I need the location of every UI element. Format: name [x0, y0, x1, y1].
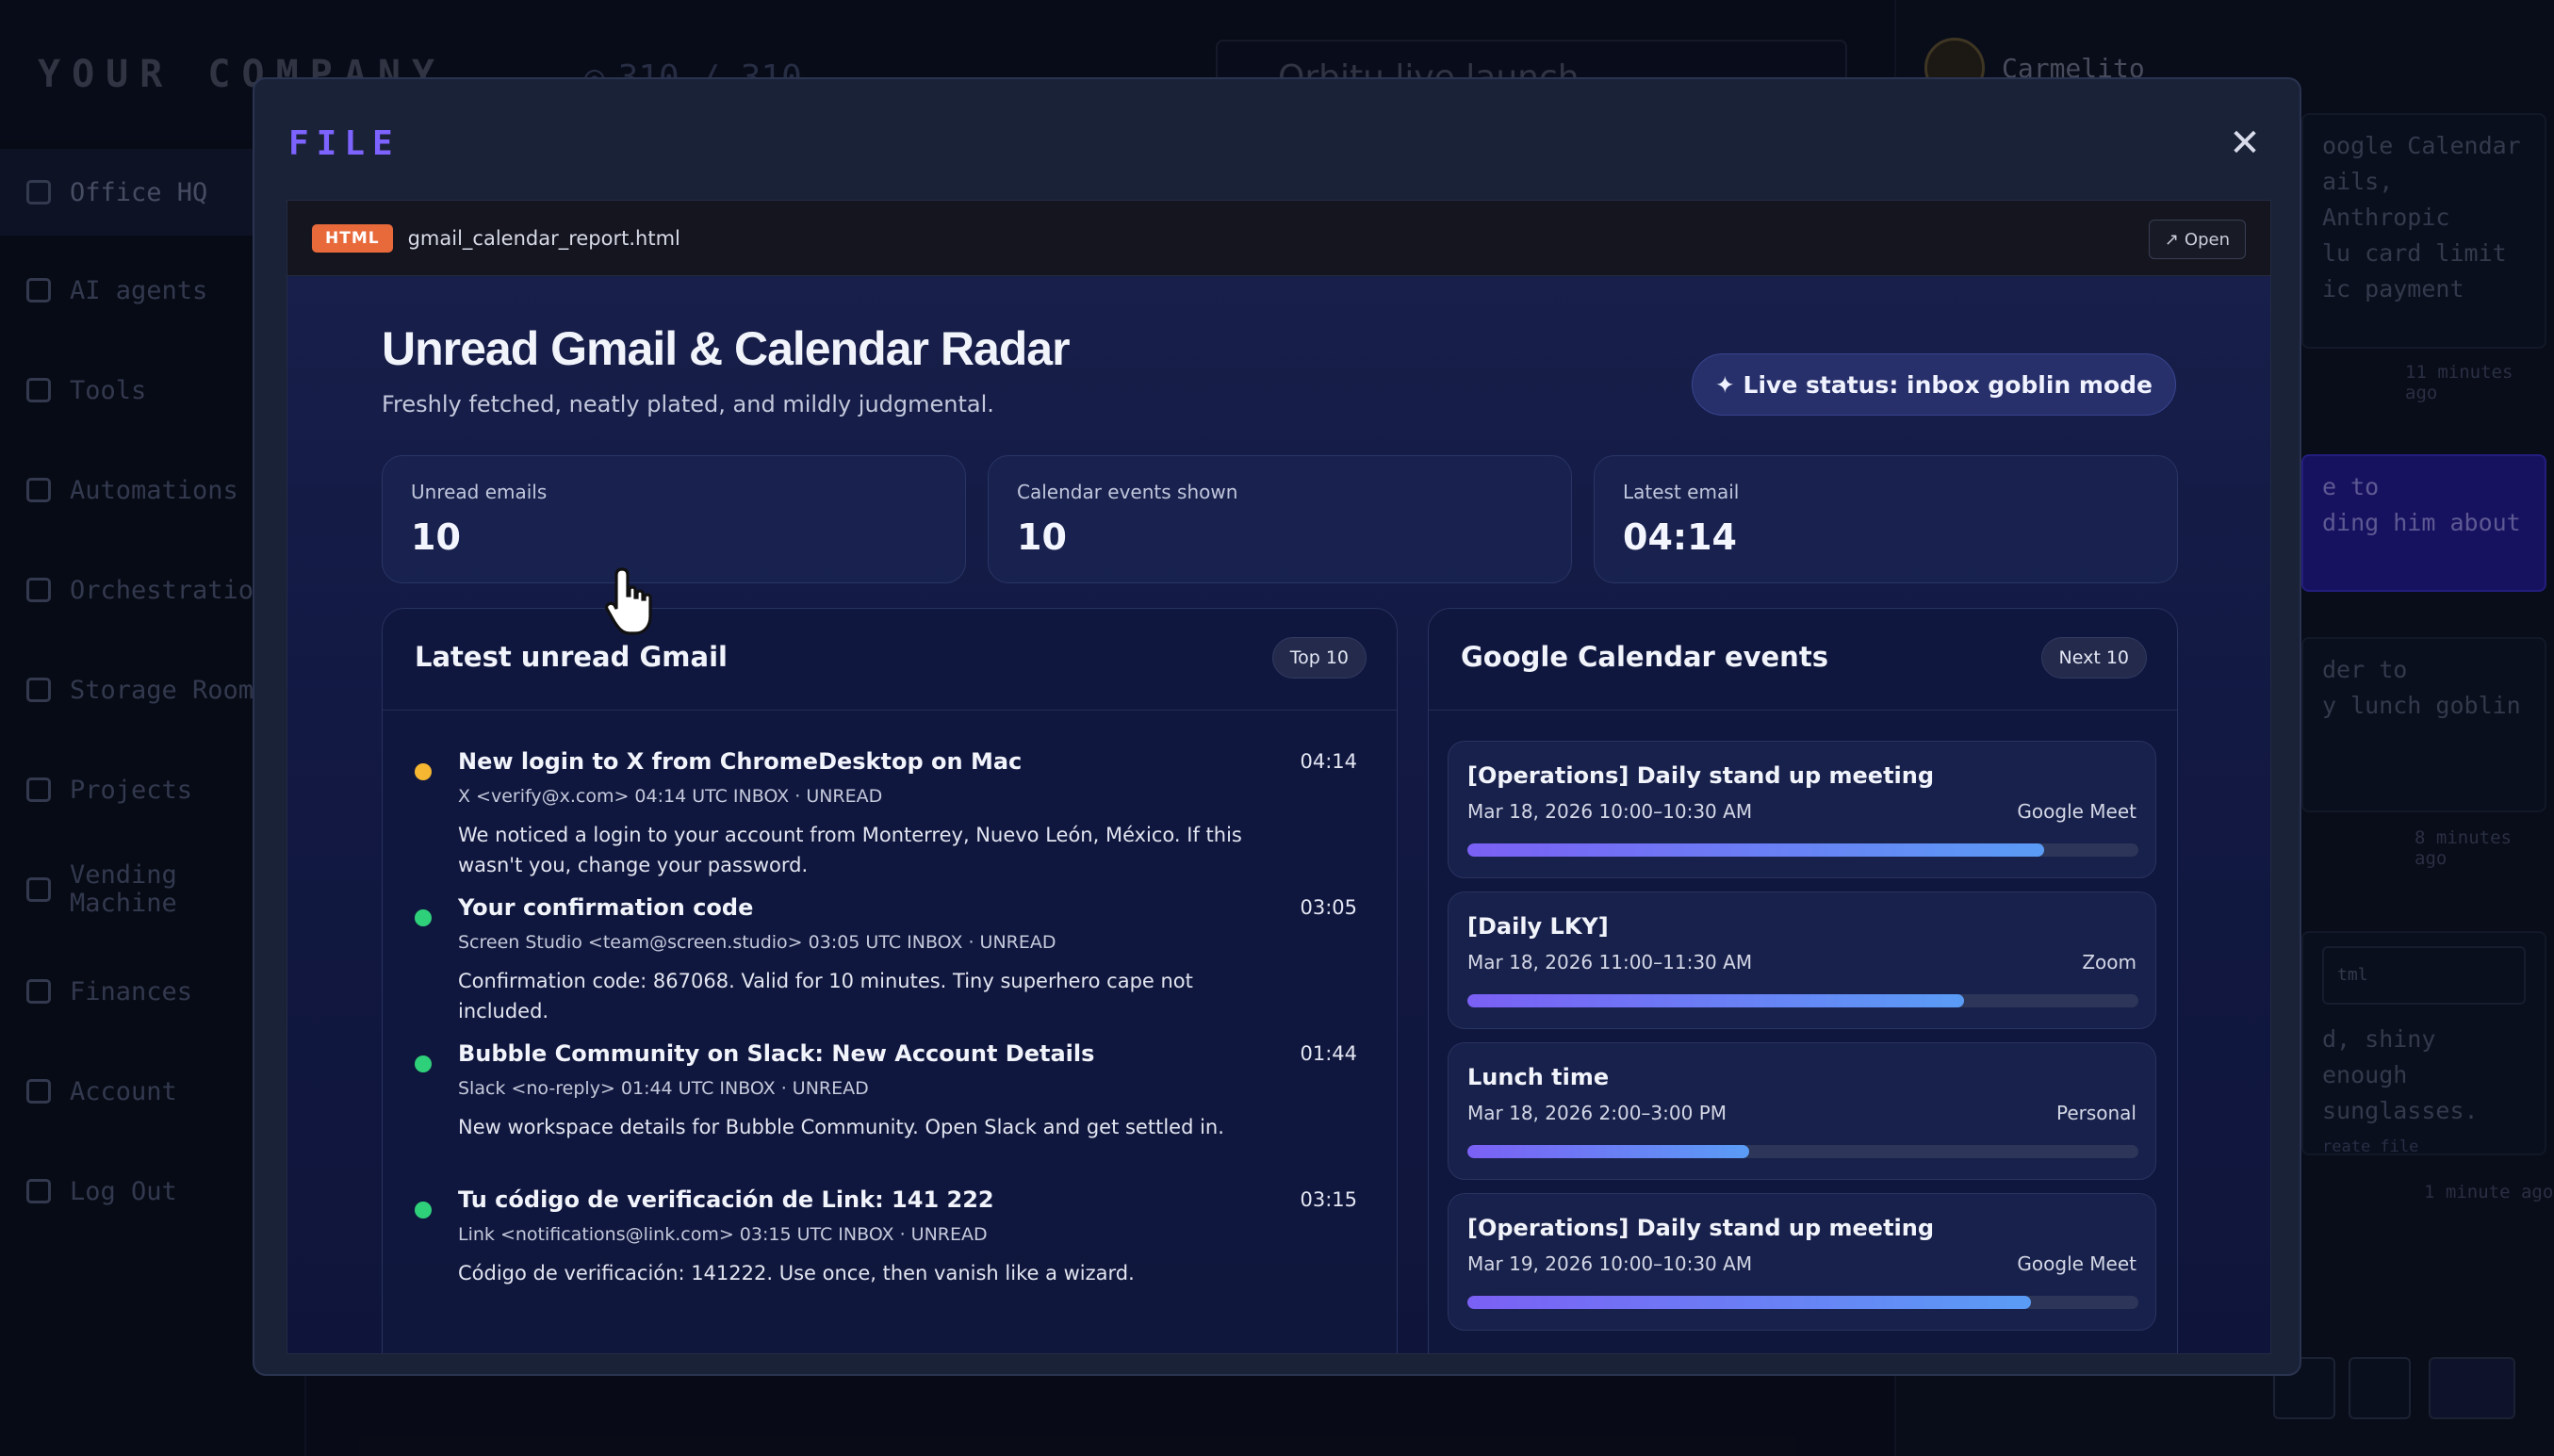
file-name: gmail_calendar_report.html: [407, 226, 680, 250]
email-subject: Bubble Community on Slack: New Account D…: [458, 1040, 1095, 1067]
stat-label: Calendar events shown: [1017, 481, 1238, 503]
event-title: [Operations] Daily stand up meeting: [1467, 762, 1935, 789]
email-meta: Slack <no-reply> 01:44 UTC INBOX · UNREA…: [458, 1078, 869, 1099]
email-snippet: We noticed a login to your account from …: [458, 824, 1242, 876]
email-row[interactable]: New login to X from ChromeDesktop on Mac…: [415, 748, 1357, 880]
email-row[interactable]: Bubble Community on Slack: New Account D…: [415, 1040, 1357, 1172]
event-card[interactable]: [Operations] Daily stand up meeting Mar …: [1448, 741, 2156, 878]
event-progress-fill: [1467, 1145, 1750, 1158]
email-snippet: New workspace details for Bubble Communi…: [458, 1116, 1224, 1138]
panel-title: Latest unread Gmail: [415, 641, 728, 673]
stat-value: 04:14: [1623, 516, 1737, 558]
event-location: Google Meet: [2017, 1252, 2137, 1275]
email-snippet: Confirmation code: 867068. Valid for 10 …: [458, 970, 1193, 1022]
event-location: Personal: [2055, 1102, 2137, 1124]
email-snippet: Código de verificación: 141222. Use once…: [458, 1262, 1135, 1284]
email-subject: Your confirmation code: [458, 894, 754, 921]
report-title: Unread Gmail & Calendar Radar: [382, 322, 1071, 375]
report-subtitle: Freshly fetched, neatly plated, and mild…: [382, 391, 994, 417]
panel-tag: Next 10: [2040, 637, 2147, 679]
panel-header: Google Calendar events Next 10: [1429, 609, 2177, 711]
event-title: [Operations] Daily stand up meeting: [1467, 1215, 1935, 1241]
event-progress-track: [1467, 994, 2138, 1007]
email-time: 03:15: [1300, 1188, 1357, 1211]
file-modal: FILE ✕ HTML gmail_calendar_report.html ↗…: [253, 77, 2301, 1376]
stat-card-latest: Latest email 04:14: [1594, 455, 2178, 583]
event-location: Zoom: [2082, 951, 2137, 973]
file-type-badge: HTML: [312, 223, 393, 253]
event-progress-fill: [1467, 1296, 2032, 1309]
open-button[interactable]: ↗ Open: [2148, 220, 2246, 259]
email-time: 01:44: [1300, 1042, 1357, 1065]
external-link-icon: ↗: [2164, 229, 2179, 250]
unread-dot-icon: [415, 1055, 432, 1072]
email-row[interactable]: Tu código de verificación de Link: 141 2…: [415, 1186, 1357, 1318]
stat-label: Latest email: [1623, 481, 1740, 503]
event-progress-track: [1467, 1296, 2138, 1309]
email-time: 03:05: [1300, 896, 1357, 919]
email-meta: Link <notifications@link.com> 03:15 UTC …: [458, 1224, 988, 1245]
event-location: Google Meet: [2017, 800, 2137, 823]
unread-dot-icon: [415, 909, 432, 926]
event-title: [Daily LKY]: [1467, 913, 1609, 940]
email-meta: Screen Studio <team@screen.studio> 03:05…: [458, 932, 1056, 953]
event-date: Mar 18, 2026 11:00–11:30 AM: [1467, 951, 1753, 973]
status-badge: ✦ Live status: inbox goblin mode: [1691, 353, 2176, 416]
stat-value: 10: [411, 516, 461, 558]
close-icon: ✕: [2229, 122, 2261, 165]
event-date: Mar 19, 2026 10:00–10:30 AM: [1467, 1252, 1753, 1275]
event-progress-track: [1467, 1145, 2138, 1158]
report-page: Unread Gmail & Calendar Radar Freshly fe…: [287, 276, 2270, 1353]
stat-card-unread: Unread emails 10: [382, 455, 966, 583]
event-card[interactable]: Lunch time Mar 18, 2026 2:00–3:00 PM Per…: [1448, 1042, 2156, 1180]
modal-title: FILE: [288, 124, 401, 163]
event-progress-fill: [1467, 994, 1964, 1007]
unread-dot-icon: [415, 763, 432, 780]
event-card[interactable]: [Operations] Daily stand up meeting Mar …: [1448, 1193, 2156, 1331]
event-progress-fill: [1467, 843, 2045, 857]
app-window: YOUR COMPANY ◎ 310 / 310 Orbitu live lau…: [0, 0, 2554, 1456]
unread-dot-icon: [415, 1202, 432, 1219]
email-subject: New login to X from ChromeDesktop on Mac: [458, 748, 1023, 775]
file-preview: HTML gmail_calendar_report.html ↗ Open U…: [287, 200, 2271, 1354]
stat-label: Unread emails: [411, 481, 548, 503]
event-progress-track: [1467, 843, 2138, 857]
event-date: Mar 18, 2026 2:00–3:00 PM: [1467, 1102, 1727, 1124]
hand-cursor-icon: [605, 567, 652, 635]
event-card[interactable]: [Daily LKY] Mar 18, 2026 11:00–11:30 AM …: [1448, 892, 2156, 1029]
panel-tag: Top 10: [1271, 637, 1367, 679]
stat-card-events: Calendar events shown 10: [988, 455, 1572, 583]
gmail-panel: Latest unread Gmail Top 10 New login to …: [382, 608, 1398, 1353]
open-button-label: Open: [2184, 229, 2230, 250]
email-time: 04:14: [1300, 750, 1357, 773]
panel-title: Google Calendar events: [1461, 641, 1828, 673]
close-button[interactable]: ✕: [2224, 122, 2266, 165]
email-subject: Tu código de verificación de Link: 141 2…: [458, 1186, 994, 1213]
email-meta: X <verify@x.com> 04:14 UTC INBOX · UNREA…: [458, 786, 883, 807]
event-title: Lunch time: [1467, 1064, 1610, 1090]
stat-value: 10: [1017, 516, 1067, 558]
event-date: Mar 18, 2026 10:00–10:30 AM: [1467, 800, 1753, 823]
panel-header: Latest unread Gmail Top 10: [383, 609, 1397, 711]
calendar-panel: Google Calendar events Next 10 [Operatio…: [1428, 608, 2178, 1353]
email-row[interactable]: Your confirmation code 03:05 Screen Stud…: [415, 894, 1357, 1026]
file-header: HTML gmail_calendar_report.html ↗ Open: [287, 201, 2270, 276]
